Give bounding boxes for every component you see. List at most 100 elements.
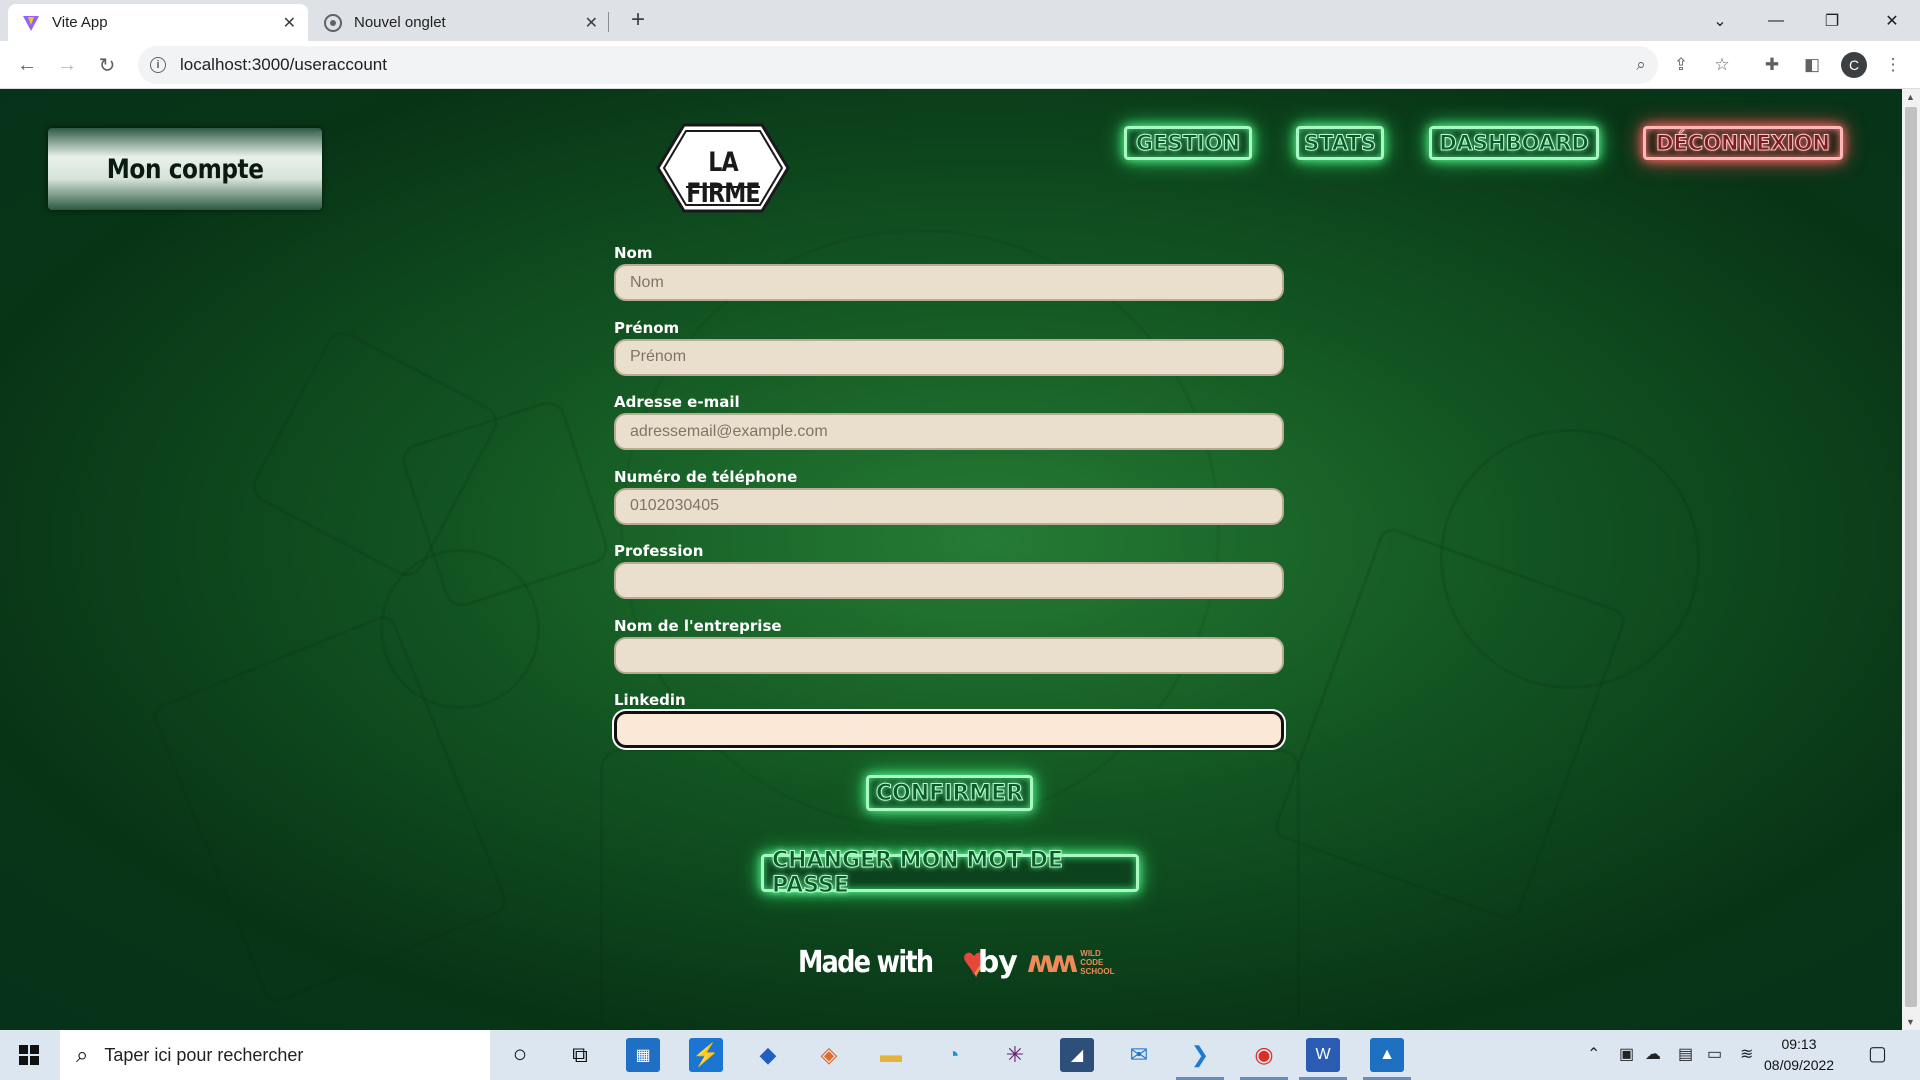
field-email: Adresse e-mail adressemail@example.com [614,391,1284,466]
nav-stats-button[interactable]: STATS [1296,126,1384,160]
mail-icon[interactable]: ✉ [1122,1038,1156,1072]
word-icon[interactable]: W [1306,1038,1340,1072]
windows-start-icon[interactable] [12,1038,46,1072]
close-window-icon[interactable]: ✕ [1864,0,1920,41]
logout-label: DÉCONNEXION [1656,131,1831,156]
poker-chip-decoration [1440,429,1700,689]
bookmark-star-icon[interactable]: ☆ [1711,54,1733,76]
field-linkedin: Linkedin [614,689,1284,764]
vite-icon [22,14,40,32]
my-account-label: Mon compte [106,153,264,185]
scrollbar-thumb[interactable] [1905,107,1917,1007]
azure-app-icon[interactable]: ⚡ [689,1038,723,1072]
poker-chip-decoration [380,549,540,709]
field-telephone: Numéro de téléphone 0102030405 [614,466,1284,541]
phone-input[interactable]: 0102030405 [614,487,1284,525]
tab-new-tab[interactable]: Nouvel onglet ✕ [310,4,610,41]
company-input[interactable] [614,636,1284,674]
field-label: Linkedin [614,691,686,709]
dropbox-icon[interactable]: ◆ [751,1038,785,1072]
browser-tab-strip: Vite App ✕ Nouvel onglet ✕ + ⌄ — ❐ ✕ [0,0,1920,41]
page-scrollbar[interactable]: ▲ ▼ [1902,89,1920,1030]
chrome-icon [324,13,342,32]
account-form: Nom Nom Prénom Prénom Adresse e-mail adr… [614,242,1284,764]
tray-app-icon[interactable]: ▤ [1678,1044,1693,1064]
change-password-button[interactable]: CHANGER MON MOT DE PASSE [761,848,1139,899]
battery-icon[interactable]: ▭ [1707,1044,1722,1064]
tab-vite-app[interactable]: Vite App ✕ [8,4,308,41]
prenom-input[interactable]: Prénom [614,338,1284,376]
wcs-brand-text: WILD CODE SCHOOL [1080,948,1115,976]
wifi-icon[interactable]: ≋ [1740,1044,1753,1064]
store-app-icon[interactable]: ▦ [626,1038,660,1072]
site-info-icon[interactable]: i [150,57,166,73]
profession-input[interactable] [614,562,1284,599]
url-text: localhost:3000/useraccount [180,55,387,74]
file-explorer-icon[interactable]: ▬ [874,1038,908,1072]
back-arrow-icon[interactable]: ← [13,51,41,79]
extensions-puzzle-icon[interactable]: ✚ [1761,54,1783,76]
nav-dashboard-label: DASHBOARD [1439,131,1590,156]
confirm-button[interactable]: CONFIRMER [866,775,1033,811]
change-password-label: CHANGER MON MOT DE PASSE [772,848,1064,899]
menu-kebab-icon[interactable]: ⋮ [1882,54,1904,76]
field-label: Nom de l'entreprise [614,616,782,635]
side-panel-icon[interactable]: ◧ [1801,54,1823,76]
input-placeholder: 0102030405 [630,497,719,514]
browser-toolbar: ← → ↻ i localhost:3000/useraccount ⌕ ⇪ ☆… [0,41,1920,89]
scroll-down-icon[interactable]: ▼ [1906,1017,1915,1027]
field-label: Nom [614,244,653,262]
close-tab-icon[interactable]: ✕ [283,13,296,33]
task-view-icon[interactable]: ⧉ [563,1038,597,1072]
nom-input[interactable]: Nom [614,264,1284,301]
email-input[interactable]: adressemail@example.com [614,413,1284,450]
tray-device-icon[interactable]: ▣ [1619,1044,1634,1064]
made-with-text: Made with [798,944,934,980]
new-tab-plus-icon[interactable]: + [624,6,652,34]
reload-icon[interactable]: ↻ [93,51,121,79]
linkedin-input[interactable] [614,711,1284,748]
search-icon: ⌕ [76,1042,89,1067]
taskbar-search-box[interactable]: ⌕ Taper ici pour rechercher [60,1030,490,1080]
scroll-up-icon[interactable]: ▲ [1906,92,1915,102]
photos-icon[interactable]: ▲ [1370,1038,1404,1072]
windows-taskbar: ⌕ Taper ici pour rechercher ○ ⧉ ▦ ⚡ ◆ ◈ … [0,1030,1920,1080]
field-label: Adresse e-mail [614,393,740,411]
slack-icon[interactable]: ✳ [998,1038,1032,1072]
edge-browser-icon[interactable]: ◔ [936,1038,970,1072]
cortana-circle-icon[interactable]: ○ [503,1038,537,1072]
input-placeholder: adressemail@example.com [630,422,828,440]
tab-search-chevron-icon[interactable]: ⌄ [1692,0,1748,41]
nav-gestion-button[interactable]: GESTION [1124,126,1252,160]
field-label: Prénom [614,318,680,337]
nav-stats-label: STATS [1304,131,1377,156]
tab-title: Nouvel onglet [354,14,446,31]
notifications-icon[interactable]: ▢ [1868,1041,1887,1066]
close-tab-icon[interactable]: ✕ [585,13,598,33]
nav-gestion-label: GESTION [1135,131,1241,156]
workbench-icon[interactable]: ◢ [1060,1038,1094,1072]
field-prenom: Prénom Prénom [614,317,1284,392]
field-nom: Nom Nom [614,242,1284,317]
confirm-label: CONFIRMER [875,780,1024,806]
tray-chevron-up-icon[interactable]: ⌃ [1587,1044,1600,1064]
minimize-icon[interactable]: — [1748,0,1804,41]
nav-dashboard-button[interactable]: DASHBOARD [1429,126,1599,160]
logout-button[interactable]: DÉCONNEXION [1643,126,1843,160]
onedrive-icon[interactable]: ☁ [1645,1044,1661,1064]
restore-icon[interactable]: ❐ [1804,0,1860,41]
address-bar[interactable]: i localhost:3000/useraccount [138,46,1658,84]
forward-arrow-icon[interactable]: → [53,51,81,79]
my-account-button[interactable]: Mon compte [48,128,322,210]
gitkraken-icon[interactable]: ◈ [812,1038,846,1072]
field-label: Profession [614,542,704,560]
profile-avatar[interactable]: C [1841,52,1867,78]
zoom-icon[interactable]: ⌕ [1630,54,1652,76]
vscode-icon[interactable]: ❯ [1183,1038,1217,1072]
chrome-taskbar-icon[interactable]: ◉ [1247,1038,1281,1072]
share-icon[interactable]: ⇪ [1670,54,1692,76]
wild-code-school-logo[interactable]: ʍʍ WILD CODE SCHOOL [1027,945,1120,980]
taskbar-clock[interactable]: 09:13 08/09/2022 [1764,1034,1834,1076]
input-placeholder: Nom [630,273,664,291]
wcs-symbol-icon: ʍʍ [1026,944,1078,980]
